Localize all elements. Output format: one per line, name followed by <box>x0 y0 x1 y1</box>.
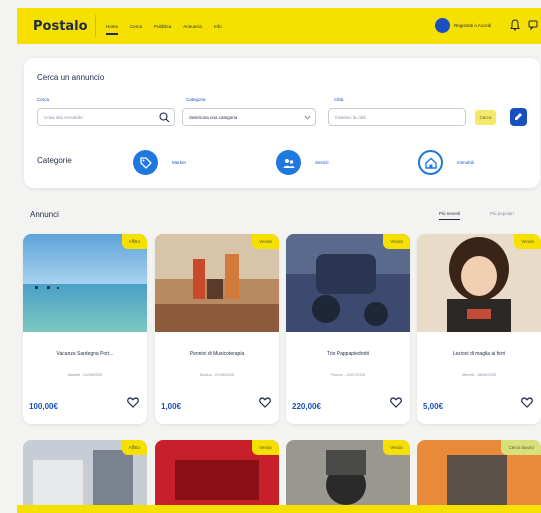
category-immobili[interactable]: Immobili <box>418 150 474 175</box>
search-title: Cerca un annuncio <box>37 73 105 82</box>
heart-icon[interactable] <box>390 397 402 408</box>
sort-recent[interactable]: Più recenti <box>439 211 461 220</box>
pencil-icon <box>515 113 522 120</box>
listing-price: 5,00€ <box>423 402 444 411</box>
people-icon <box>276 150 301 175</box>
user-avatar-icon <box>435 18 450 33</box>
category-immobili-label: Immobili <box>457 160 474 165</box>
listing-price: 220,00€ <box>292 402 321 411</box>
listing-badge: Vendo <box>383 440 410 455</box>
listing-badge: Cerca lavoro <box>501 440 541 455</box>
top-header: Postalo Home Cerca Pubblica Annuncio Inf… <box>17 8 541 44</box>
search-input[interactable]: Cosa stai cercando <box>37 108 175 126</box>
nav-cerca[interactable]: Cerca <box>130 22 142 31</box>
main-nav: Home Cerca Pubblica Annuncio Info <box>106 22 222 35</box>
heart-icon[interactable] <box>127 397 139 408</box>
listing-title: Trio Pappapiedrotti <box>326 351 370 357</box>
category-market[interactable]: Market <box>133 150 186 175</box>
category-servizi[interactable]: Servizi <box>276 150 329 175</box>
category-servizi-label: Servizi <box>315 160 329 165</box>
listing-card[interactable]: Vendo Lezioni di maglia ai ferri Moretti… <box>417 234 541 424</box>
logo[interactable]: Postalo <box>33 19 91 34</box>
login-button[interactable]: Registrati o Accedi <box>435 18 491 33</box>
listing-badge: Vendo <box>252 234 279 249</box>
categoria-label: Categoria <box>186 97 206 102</box>
listing-card[interactable]: Affitto <box>23 440 147 510</box>
listing-price: 100,00€ <box>29 402 58 411</box>
home-icon <box>418 150 443 175</box>
listing-title: Lezioni di maglia ai ferri <box>452 351 506 357</box>
listing-card[interactable]: Vendo <box>286 440 410 510</box>
chat-icon[interactable] <box>528 19 538 31</box>
nav-info[interactable]: Info <box>214 22 222 31</box>
listing-card[interactable]: Vendo Trio Pappapiedrotti Fiorino - 11/0… <box>286 234 410 424</box>
nav-home[interactable]: Home <box>106 22 119 35</box>
nav-annuncio[interactable]: Annuncio <box>183 22 202 31</box>
listing-title: Vacanze Sardegna Port... <box>56 351 114 357</box>
heart-icon[interactable] <box>259 397 271 408</box>
search-card: Cerca un annuncio Cerca Cosa stai cercan… <box>24 58 540 188</box>
search-icon[interactable] <box>159 112 170 123</box>
listing-meta: Moretti - 18/08/2025 <box>462 373 496 377</box>
category-select-value: Seleziona una categoria <box>189 115 238 120</box>
listing-badge: Vendo <box>252 440 279 455</box>
listing-card[interactable]: Cerca lavoro <box>417 440 541 510</box>
listing-badge: Vendo <box>383 234 410 249</box>
city-input-placeholder: Inserisci la città <box>335 115 366 120</box>
listing-title: Pennini di Musicoterapia <box>189 351 245 357</box>
categories-title: Categorie <box>37 156 72 165</box>
bell-icon[interactable] <box>510 19 520 31</box>
filter-button[interactable] <box>510 108 527 126</box>
category-market-label: Market <box>172 160 186 165</box>
listing-meta: Fiorino - 11/07/2025 <box>331 373 365 377</box>
footer-bar <box>17 505 541 513</box>
listing-card[interactable]: Affitto Vacanze Sardegna Port... Mariott… <box>23 234 147 424</box>
chevron-down-icon <box>304 115 311 120</box>
search-input-placeholder: Cosa stai cercando <box>44 115 83 120</box>
city-input[interactable]: Inserisci la città <box>328 108 466 126</box>
listing-meta: Mariotti - 02/08/2025 <box>67 373 103 377</box>
listing-card[interactable]: Vendo <box>155 440 279 510</box>
tag-icon <box>133 150 158 175</box>
heart-icon[interactable] <box>521 397 533 408</box>
listing-meta: Bovina - 07/08/2025 <box>200 373 234 377</box>
cerca-label: Cerca <box>37 97 50 102</box>
listings-title: Annunci <box>30 210 59 219</box>
nav-pubblica[interactable]: Pubblica <box>154 22 171 31</box>
header-divider <box>95 15 96 37</box>
login-label: Registrati o Accedi <box>454 23 492 28</box>
citta-label: Città <box>334 97 344 102</box>
listing-badge: Vendo <box>514 234 541 249</box>
cerca-button[interactable]: Cerca <box>475 110 496 125</box>
listing-badge: Affitto <box>121 234 147 249</box>
listing-price: 1,00€ <box>161 402 182 411</box>
category-select[interactable]: Seleziona una categoria <box>182 108 316 126</box>
listing-card[interactable]: Vendo Pennini di Musicoterapia Bovina - … <box>155 234 279 424</box>
sort-popular[interactable]: Più popolari <box>490 211 514 216</box>
listing-badge: Affitto <box>121 440 147 455</box>
